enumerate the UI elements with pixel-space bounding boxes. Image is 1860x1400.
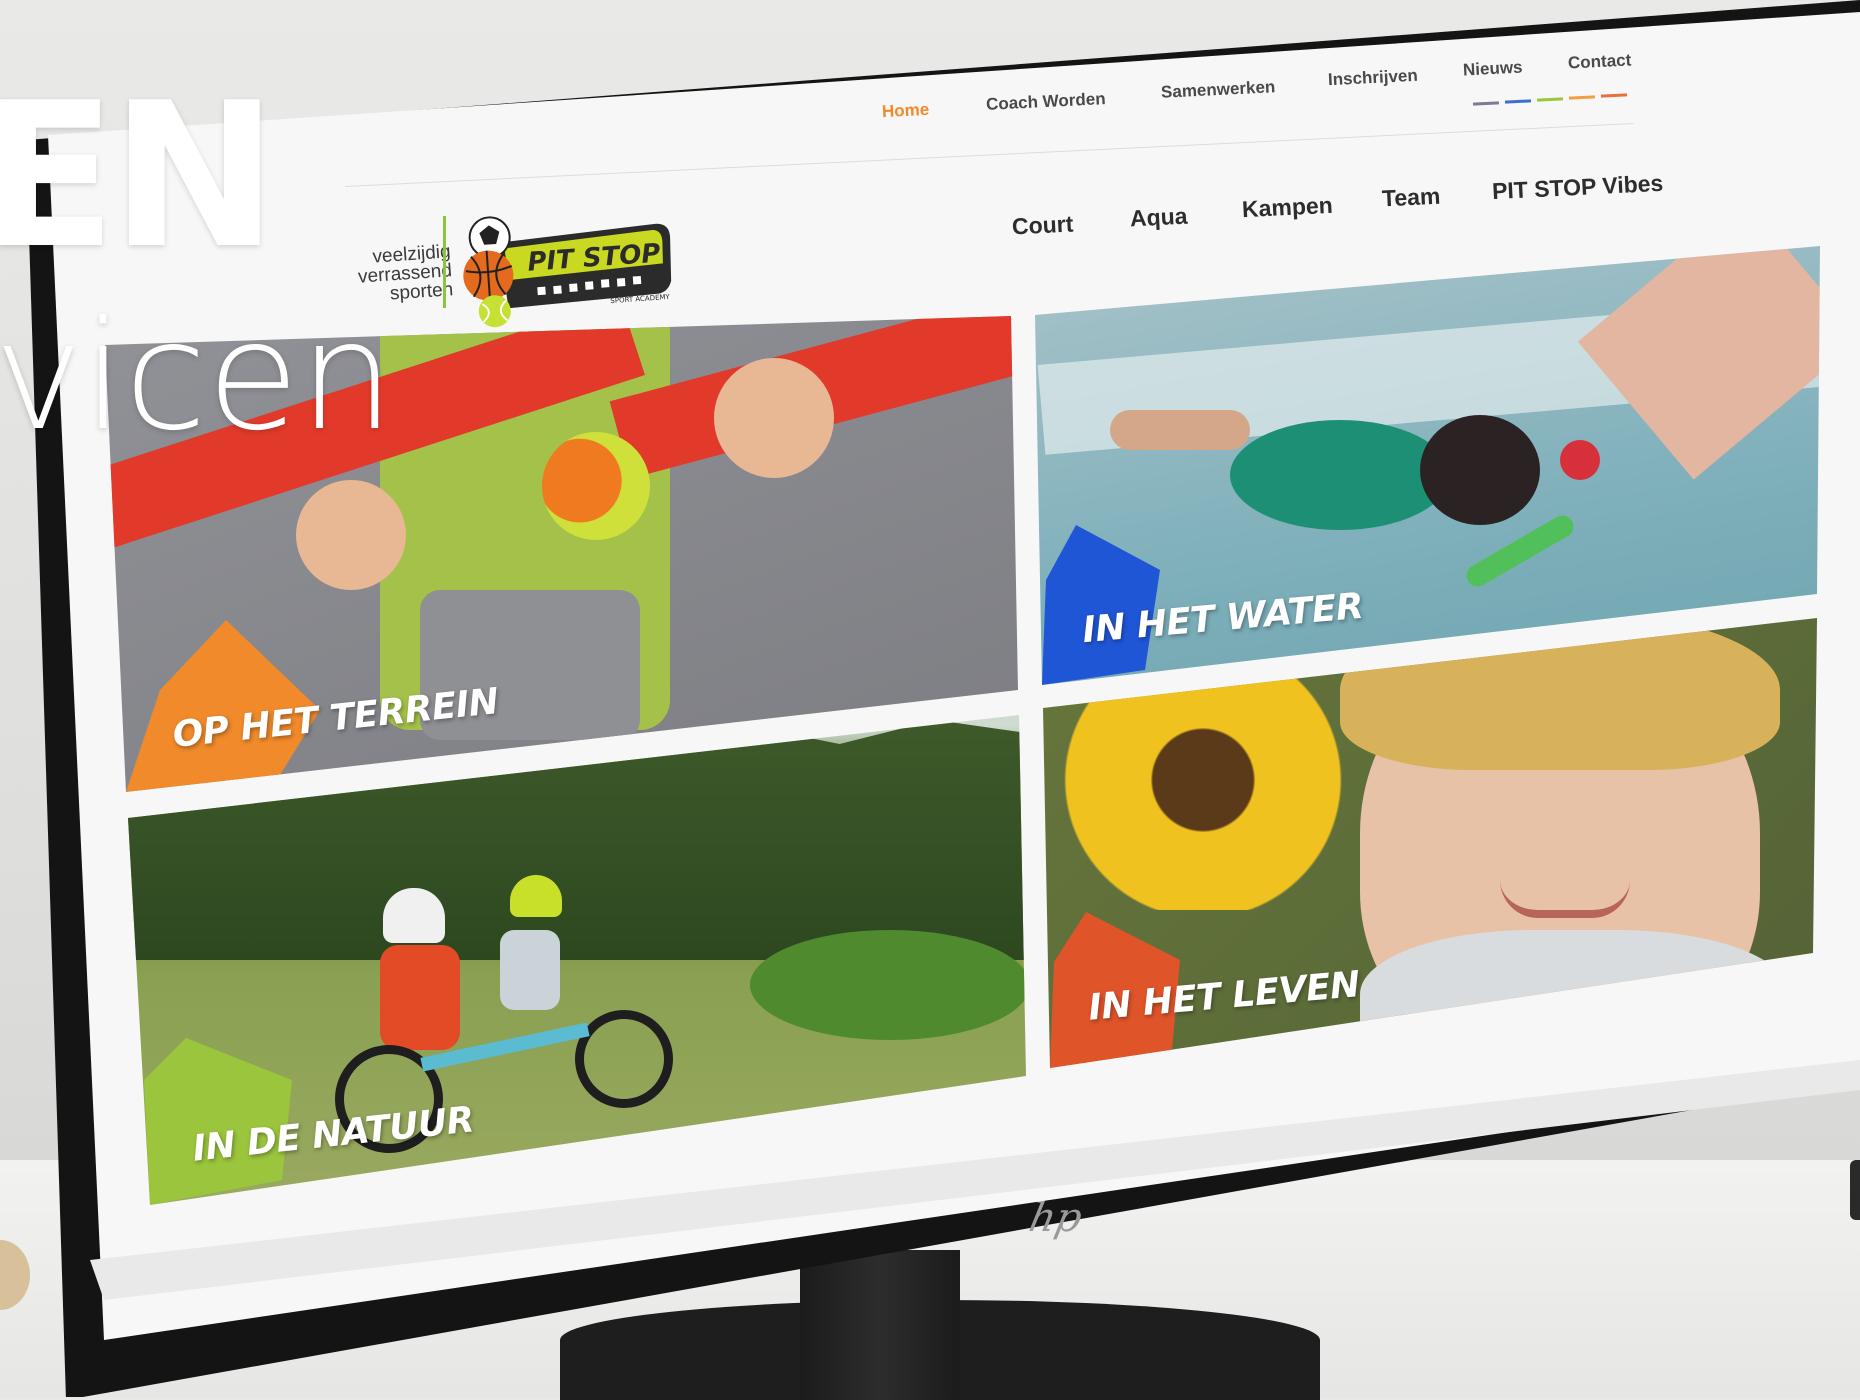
nav-coach-worden[interactable]: Coach Worden: [986, 89, 1106, 115]
nav-underline-1: [1472, 101, 1500, 106]
overlay-subheading: vicen: [0, 290, 395, 464]
monitor-stand-neck: [800, 1250, 960, 1400]
nav-pit-stop-vibes[interactable]: PIT STOP Vibes: [1491, 170, 1663, 205]
nav-underline-4: [1568, 95, 1596, 100]
logo-divider-line: [443, 216, 446, 308]
nav-underline-3: [1536, 97, 1564, 102]
nav-home[interactable]: Home: [882, 100, 930, 122]
header-divider: [344, 122, 1634, 187]
nav-team[interactable]: Team: [1381, 183, 1441, 213]
nav-samenwerken[interactable]: Samenwerken: [1161, 77, 1276, 103]
nav-kampen[interactable]: Kampen: [1241, 192, 1333, 223]
edge-object-right: [1850, 1160, 1860, 1220]
nav-underline-2: [1504, 99, 1532, 104]
nav-inschrijven[interactable]: Inschrijven: [1328, 66, 1419, 90]
nav-underline-5: [1600, 93, 1628, 98]
nav-aqua[interactable]: Aqua: [1129, 203, 1188, 233]
pit-stop-logo[interactable]: PIT STOP SPORT ACADEMY: [458, 208, 678, 328]
overlay-heading: EN: [0, 60, 278, 293]
nav-court[interactable]: Court: [1011, 211, 1074, 241]
nav-nieuws[interactable]: Nieuws: [1463, 58, 1523, 81]
nav-contact[interactable]: Contact: [1568, 50, 1632, 73]
